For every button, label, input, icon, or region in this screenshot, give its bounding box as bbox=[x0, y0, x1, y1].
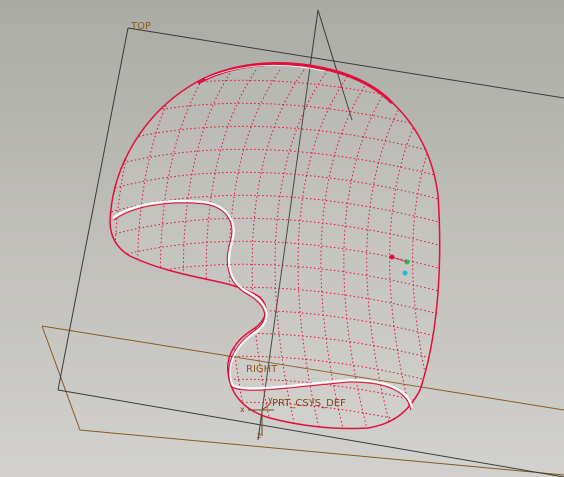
shell-model[interactable] bbox=[100, 62, 472, 455]
right-plane-label[interactable]: RIGHT bbox=[246, 364, 278, 375]
selection-point-cyan[interactable] bbox=[402, 270, 408, 276]
csys-label[interactable]: PRT_CSYS_DEF bbox=[272, 398, 346, 409]
mesh-line bbox=[110, 424, 440, 429]
svg-text:x: x bbox=[240, 405, 245, 414]
graphics-viewport[interactable]: TOP RIGHT PRT_CSYS_DEF x z y bbox=[0, 0, 564, 477]
svg-text:y: y bbox=[268, 395, 273, 404]
svg-text:z: z bbox=[257, 431, 261, 440]
model-canvas[interactable]: TOP RIGHT PRT_CSYS_DEF x z y bbox=[0, 0, 564, 477]
top-plane-label[interactable]: TOP bbox=[130, 21, 151, 32]
